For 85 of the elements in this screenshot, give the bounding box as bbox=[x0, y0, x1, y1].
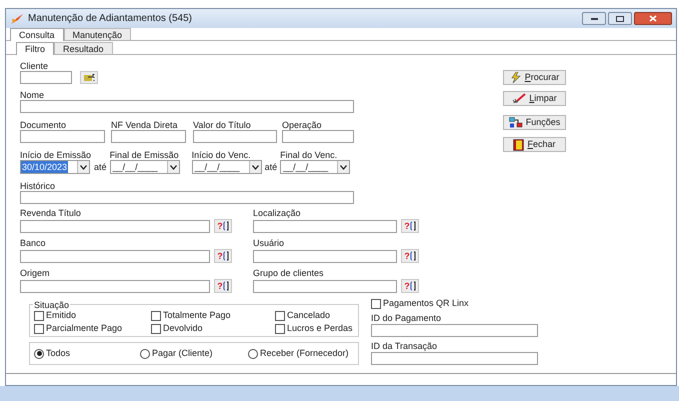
lookup-button[interactable]: ? bbox=[214, 219, 232, 233]
input-field[interactable] bbox=[20, 191, 354, 204]
lookup-button[interactable]: ? bbox=[214, 279, 232, 293]
field-label: Cliente bbox=[20, 61, 50, 71]
input-field[interactable] bbox=[20, 130, 105, 143]
field-label: Final de Emissão bbox=[110, 150, 180, 160]
input-field[interactable] bbox=[253, 220, 397, 232]
window-title: Manutenção de Adiantamentos (545) bbox=[28, 12, 192, 26]
field-label: ID da Transação bbox=[371, 341, 438, 351]
input-field[interactable] bbox=[371, 324, 538, 337]
range-separator: até bbox=[264, 161, 278, 174]
input-field[interactable] bbox=[253, 250, 397, 262]
brace-icon bbox=[410, 281, 416, 291]
input-field[interactable] bbox=[20, 250, 210, 262]
lookup-button[interactable]: ? bbox=[401, 279, 419, 293]
brace-icon bbox=[410, 251, 416, 261]
action-button[interactable]: Fechar bbox=[503, 137, 566, 152]
brace-icon bbox=[222, 251, 229, 261]
checkbox[interactable]: Lucros e Perdas bbox=[275, 323, 355, 334]
dropdown-icon[interactable] bbox=[77, 161, 89, 173]
input-field[interactable] bbox=[253, 280, 397, 292]
maximize-button[interactable] bbox=[608, 12, 632, 25]
search-client-button[interactable] bbox=[80, 71, 98, 84]
dropdown-icon[interactable] bbox=[337, 161, 350, 173]
input-field[interactable] bbox=[20, 71, 72, 84]
date-field[interactable]: __/__/____ bbox=[280, 160, 350, 174]
action-button[interactable]: Limpar bbox=[503, 91, 566, 106]
folder-pointer-icon bbox=[82, 73, 96, 82]
date-field[interactable]: 30/10/2023 bbox=[20, 160, 90, 174]
minimize-button[interactable] bbox=[582, 12, 606, 25]
lookup-button[interactable]: ? bbox=[401, 249, 419, 263]
dropdown-icon[interactable] bbox=[248, 161, 261, 173]
brace-icon bbox=[222, 281, 229, 291]
action-button[interactable]: Funções bbox=[503, 115, 566, 130]
checkbox[interactable]: Pagamentos QR Linx bbox=[371, 298, 538, 309]
checkbox[interactable]: Cancelado bbox=[275, 310, 355, 321]
tab[interactable]: Resultado bbox=[54, 42, 113, 54]
radio-button[interactable]: Todos bbox=[34, 348, 140, 359]
app-logo-icon bbox=[10, 12, 24, 24]
input-field[interactable] bbox=[282, 130, 354, 143]
lookup-button[interactable]: ? bbox=[401, 219, 419, 233]
date-field[interactable]: __/__/____ bbox=[110, 160, 180, 174]
clear-icon bbox=[512, 93, 526, 104]
field-label: Usuário bbox=[253, 238, 286, 248]
tab[interactable]: Filtro bbox=[16, 42, 54, 55]
functions-icon bbox=[508, 117, 523, 128]
checkbox[interactable]: Emitido bbox=[34, 310, 151, 321]
action-button[interactable]: Procurar bbox=[503, 70, 566, 85]
tab[interactable]: Manutenção bbox=[64, 28, 132, 40]
field-label: Localização bbox=[253, 208, 302, 218]
input-field[interactable] bbox=[20, 220, 210, 232]
checkbox[interactable]: Parcialmente Pago bbox=[34, 323, 151, 334]
field-label: Grupo de clientes bbox=[253, 268, 325, 278]
field-label: Banco bbox=[20, 238, 47, 248]
field-label: Operação bbox=[282, 120, 323, 130]
field-label: Documento bbox=[20, 120, 68, 130]
input-field[interactable] bbox=[20, 100, 354, 113]
radio-button[interactable]: Receber (Fornecedor) bbox=[248, 348, 358, 359]
brace-icon bbox=[410, 221, 416, 231]
field-label: Histórico bbox=[20, 181, 56, 191]
search-icon bbox=[510, 72, 522, 83]
field-label: Origem bbox=[20, 268, 51, 278]
close-button[interactable] bbox=[634, 12, 672, 25]
field-label: Nome bbox=[20, 90, 46, 100]
field-label: NF Venda Direta bbox=[111, 120, 179, 130]
field-label: Valor do Título bbox=[193, 120, 252, 130]
lookup-button[interactable]: ? bbox=[214, 249, 232, 263]
checkbox[interactable]: Devolvido bbox=[151, 323, 275, 334]
input-field[interactable] bbox=[111, 130, 186, 143]
tab[interactable]: Consulta bbox=[10, 28, 64, 41]
checkbox[interactable]: Totalmente Pago bbox=[151, 310, 275, 321]
brace-icon bbox=[222, 221, 229, 231]
date-field[interactable]: __/__/____ bbox=[192, 160, 262, 174]
input-field[interactable] bbox=[371, 352, 538, 365]
input-field[interactable] bbox=[20, 280, 210, 292]
group-title: Situação bbox=[33, 300, 70, 310]
field-label: Revenda Título bbox=[20, 208, 82, 218]
field-label: Final do Venc. bbox=[280, 150, 338, 160]
field-label: Início de Emissão bbox=[20, 150, 92, 160]
dropdown-icon[interactable] bbox=[166, 161, 179, 173]
radio-button[interactable]: Pagar (Cliente) bbox=[140, 348, 248, 359]
field-label: Início do Venc. bbox=[192, 150, 252, 160]
field-label: ID do Pagamento bbox=[371, 313, 442, 323]
input-field[interactable] bbox=[193, 130, 277, 143]
range-separator: até bbox=[94, 161, 107, 174]
